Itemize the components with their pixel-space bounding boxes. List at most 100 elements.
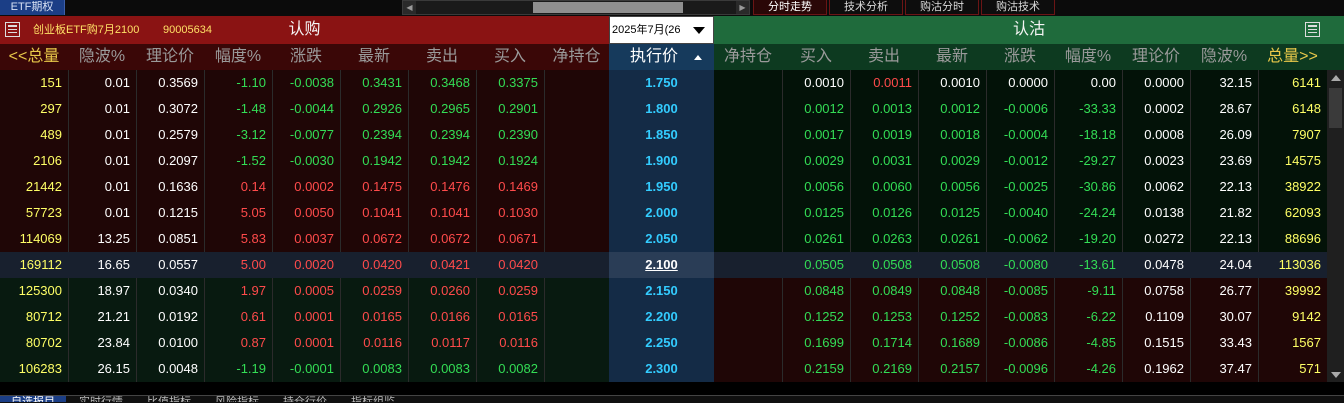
put-chg-cell[interactable]: -0.0040 — [986, 200, 1048, 226]
call-volume-cell[interactable]: 80712 — [0, 304, 62, 330]
put-ask-cell[interactable]: 0.2169 — [850, 356, 912, 382]
tab-call-put-intraday[interactable]: 购沽分时 — [905, 0, 979, 15]
call-bid-cell[interactable]: 0.1469 — [476, 174, 538, 200]
call-volume-cell[interactable]: 2106 — [0, 148, 62, 174]
call-iv-cell[interactable]: 0.01 — [68, 70, 130, 96]
call-chg-cell[interactable]: 0.0037 — [272, 226, 334, 252]
call-volume-cell[interactable]: 21442 — [0, 174, 62, 200]
put-chg-cell[interactable]: -0.0012 — [986, 148, 1048, 174]
put-iv-cell[interactable]: 37.47 — [1190, 356, 1252, 382]
put-iv-cell[interactable]: 22.13 — [1190, 174, 1252, 200]
put-last-cell[interactable]: 0.0848 — [918, 278, 980, 304]
put-volume-cell[interactable]: 6141 — [1258, 70, 1321, 96]
tab-technical[interactable]: 技术分析 — [829, 0, 903, 15]
call-oi-cell[interactable] — [544, 174, 603, 200]
call-theo-cell[interactable]: 0.2097 — [136, 148, 198, 174]
put-iv-cell[interactable]: 33.43 — [1190, 330, 1252, 356]
call-ask-cell[interactable]: 0.2965 — [408, 96, 470, 122]
call-pct-cell[interactable]: -1.19 — [204, 356, 266, 382]
call-col-header[interactable]: 幅度% — [204, 44, 272, 70]
tab-call-put-technical[interactable]: 购沽技术 — [981, 0, 1055, 15]
put-theo-cell[interactable]: 0.0062 — [1122, 174, 1184, 200]
call-last-cell[interactable]: 0.0259 — [340, 278, 402, 304]
put-volume-cell[interactable]: 39992 — [1258, 278, 1321, 304]
put-bid-cell[interactable]: 0.0056 — [782, 174, 844, 200]
put-oi-cell[interactable] — [714, 70, 776, 96]
call-bid-cell[interactable]: 0.2901 — [476, 96, 538, 122]
put-oi-cell[interactable] — [714, 278, 776, 304]
call-oi-cell[interactable] — [544, 226, 603, 252]
vertical-scrollbar-thumb[interactable] — [1329, 88, 1342, 128]
call-pct-cell[interactable]: 0.61 — [204, 304, 266, 330]
put-volume-cell[interactable]: 9142 — [1258, 304, 1321, 330]
call-oi-cell[interactable] — [544, 96, 603, 122]
put-col-header[interactable]: 幅度% — [1054, 44, 1122, 70]
call-chg-cell[interactable]: 0.0001 — [272, 304, 334, 330]
bottom-tab[interactable]: 持仓行价 — [272, 396, 338, 402]
put-bid-cell[interactable]: 0.0505 — [782, 252, 844, 278]
call-ask-cell[interactable]: 0.1942 — [408, 148, 470, 174]
put-chg-cell[interactable]: -0.0086 — [986, 330, 1048, 356]
put-ask-cell[interactable]: 0.1714 — [850, 330, 912, 356]
call-volume-cell[interactable]: 80702 — [0, 330, 62, 356]
call-oi-cell[interactable] — [544, 200, 603, 226]
bottom-tab[interactable]: 自选报目 — [0, 396, 66, 402]
bottom-tab[interactable]: 风险指标 — [204, 396, 270, 402]
call-bid-cell[interactable]: 0.3375 — [476, 70, 538, 96]
call-last-cell[interactable]: 0.0420 — [340, 252, 402, 278]
call-bid-cell[interactable]: 0.0259 — [476, 278, 538, 304]
put-bid-cell[interactable]: 0.0848 — [782, 278, 844, 304]
call-iv-cell[interactable]: 23.84 — [68, 330, 130, 356]
put-last-cell[interactable]: 0.0012 — [918, 96, 980, 122]
call-theo-cell[interactable]: 0.0100 — [136, 330, 198, 356]
put-iv-cell[interactable]: 21.82 — [1190, 200, 1252, 226]
put-theo-cell[interactable]: 0.0478 — [1122, 252, 1184, 278]
call-chg-cell[interactable]: 0.0001 — [272, 330, 334, 356]
put-bid-cell[interactable]: 0.0012 — [782, 96, 844, 122]
horizontal-scrollbar[interactable]: ◀ ▶ — [402, 0, 750, 15]
put-chg-cell[interactable]: -0.0096 — [986, 356, 1048, 382]
call-volume-cell[interactable]: 106283 — [0, 356, 62, 382]
put-volume-cell[interactable]: 1567 — [1258, 330, 1321, 356]
calculator-icon[interactable] — [1305, 22, 1320, 37]
call-volume-cell[interactable]: 169112 — [0, 252, 62, 278]
call-ask-cell[interactable]: 0.0117 — [408, 330, 470, 356]
scroll-left-icon[interactable]: ◀ — [403, 1, 416, 14]
put-pct-cell[interactable]: -6.22 — [1054, 304, 1116, 330]
put-ask-cell[interactable]: 0.0060 — [850, 174, 912, 200]
put-oi-cell[interactable] — [714, 226, 776, 252]
call-col-header[interactable]: 净持仓 — [544, 44, 609, 70]
call-pct-cell[interactable]: -1.48 — [204, 96, 266, 122]
etf-options-tab[interactable]: ETF期权 — [0, 0, 65, 15]
call-pct-cell[interactable]: -1.52 — [204, 148, 266, 174]
call-chg-cell[interactable]: 0.0005 — [272, 278, 334, 304]
put-ask-cell[interactable]: 0.0508 — [850, 252, 912, 278]
call-pct-cell[interactable]: 0.14 — [204, 174, 266, 200]
put-bid-cell[interactable]: 0.0125 — [782, 200, 844, 226]
put-chg-cell[interactable]: -0.0062 — [986, 226, 1048, 252]
call-ask-cell[interactable]: 0.1041 — [408, 200, 470, 226]
call-iv-cell[interactable]: 13.25 — [68, 226, 130, 252]
put-col-header[interactable]: 买入 — [782, 44, 850, 70]
call-chg-cell[interactable]: -0.0077 — [272, 122, 334, 148]
put-ask-cell[interactable]: 0.0263 — [850, 226, 912, 252]
put-pct-cell[interactable]: -19.20 — [1054, 226, 1116, 252]
put-bid-cell[interactable]: 0.1252 — [782, 304, 844, 330]
bottom-tab[interactable]: 比值指标 — [136, 396, 202, 402]
put-oi-cell[interactable] — [714, 200, 776, 226]
strike-col-header[interactable]: 执行价 — [609, 44, 699, 70]
call-last-cell[interactable]: 0.2926 — [340, 96, 402, 122]
call-volume-cell[interactable]: 114069 — [0, 226, 62, 252]
put-theo-cell[interactable]: 0.1109 — [1122, 304, 1184, 330]
put-bid-cell[interactable]: 0.0017 — [782, 122, 844, 148]
put-iv-cell[interactable]: 24.04 — [1190, 252, 1252, 278]
put-oi-cell[interactable] — [714, 96, 776, 122]
call-pct-cell[interactable]: 5.83 — [204, 226, 266, 252]
put-last-cell[interactable]: 0.0029 — [918, 148, 980, 174]
call-bid-cell[interactable]: 0.0116 — [476, 330, 538, 356]
call-last-cell[interactable]: 0.0116 — [340, 330, 402, 356]
call-col-header[interactable]: <<总量 — [0, 44, 68, 70]
call-iv-cell[interactable]: 0.01 — [68, 200, 130, 226]
call-col-header[interactable]: 理论价 — [136, 44, 204, 70]
call-ask-cell[interactable]: 0.0083 — [408, 356, 470, 382]
